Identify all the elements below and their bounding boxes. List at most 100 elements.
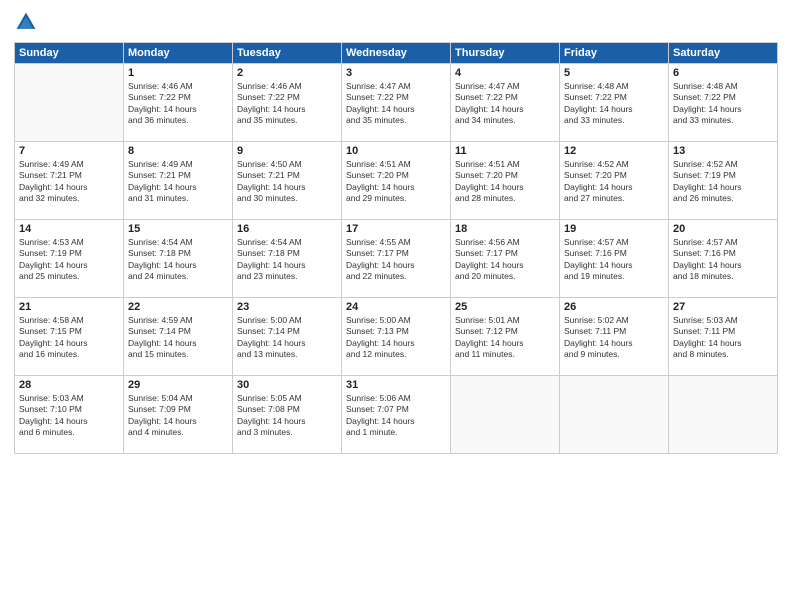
cell-details: Sunrise: 5:01 AMSunset: 7:12 PMDaylight:… bbox=[455, 315, 555, 361]
calendar-cell: 8 Sunrise: 4:49 AMSunset: 7:21 PMDaylight… bbox=[124, 142, 233, 220]
page: SundayMondayTuesdayWednesdayThursdayFrid… bbox=[0, 0, 792, 612]
day-number: 12 bbox=[564, 145, 664, 157]
calendar-cell: 26 Sunrise: 5:02 AMSunset: 7:11 PMDayligh… bbox=[560, 298, 669, 376]
calendar-cell: 11 Sunrise: 4:51 AMSunset: 7:20 PMDayligh… bbox=[451, 142, 560, 220]
cell-details: Sunrise: 5:04 AMSunset: 7:09 PMDaylight:… bbox=[128, 393, 228, 439]
week-row: 21 Sunrise: 4:58 AMSunset: 7:15 PMDayligh… bbox=[15, 298, 778, 376]
header-day: Thursday bbox=[451, 43, 560, 64]
calendar-cell: 24Sunrise: 5:00 AMSunset: 7:13 PMDayligh… bbox=[342, 298, 451, 376]
calendar-cell: 14Sunrise: 4:53 AMSunset: 7:19 PMDayligh… bbox=[15, 220, 124, 298]
cell-details: Sunrise: 4:49 AMSunset: 7:21 PMDaylight:… bbox=[128, 159, 228, 205]
calendar-cell: 6Sunrise: 4:48 AMSunset: 7:22 PMDaylight… bbox=[669, 64, 778, 142]
calendar-cell: 29Sunrise: 5:04 AMSunset: 7:09 PMDayligh… bbox=[124, 376, 233, 454]
calendar-cell: 19 Sunrise: 4:57 AMSunset: 7:16 PMDayligh… bbox=[560, 220, 669, 298]
header-day: Sunday bbox=[15, 43, 124, 64]
cell-details: Sunrise: 4:52 AMSunset: 7:20 PMDaylight:… bbox=[564, 159, 664, 205]
week-row: 1 Sunrise: 4:46 AMSunset: 7:22 PMDaylight… bbox=[15, 64, 778, 142]
header-day: Friday bbox=[560, 43, 669, 64]
cell-details: Sunrise: 4:50 AMSunset: 7:21 PMDaylight:… bbox=[237, 159, 337, 205]
day-number: 10 bbox=[346, 145, 446, 157]
calendar-cell: 25 Sunrise: 5:01 AMSunset: 7:12 PMDayligh… bbox=[451, 298, 560, 376]
header-day: Saturday bbox=[669, 43, 778, 64]
day-number: 31 bbox=[346, 379, 446, 391]
calendar-cell: 28 Sunrise: 5:03 AMSunset: 7:10 PMDayligh… bbox=[15, 376, 124, 454]
calendar-cell: 31 Sunrise: 5:06 AMSunset: 7:07 PMDayligh… bbox=[342, 376, 451, 454]
cell-details: Sunrise: 4:51 AMSunset: 7:20 PMDaylight:… bbox=[346, 159, 446, 205]
cell-details: Sunrise: 4:54 AMSunset: 7:18 PMDaylight:… bbox=[237, 237, 337, 283]
cell-details: Sunrise: 4:53 AMSunset: 7:19 PMDaylight:… bbox=[19, 237, 119, 283]
calendar-cell: 16Sunrise: 4:54 AMSunset: 7:18 PMDayligh… bbox=[233, 220, 342, 298]
calendar-table: SundayMondayTuesdayWednesdayThursdayFrid… bbox=[14, 42, 778, 454]
cell-details: Sunrise: 4:57 AMSunset: 7:16 PMDaylight:… bbox=[564, 237, 664, 283]
calendar-cell: 15 Sunrise: 4:54 AMSunset: 7:18 PMDayligh… bbox=[124, 220, 233, 298]
cell-details: Sunrise: 4:47 AMSunset: 7:22 PMDaylight:… bbox=[455, 81, 555, 127]
day-number: 5 bbox=[564, 67, 664, 79]
logo-icon bbox=[14, 10, 38, 34]
calendar-cell bbox=[669, 376, 778, 454]
cell-details: Sunrise: 4:57 AMSunset: 7:16 PMDaylight:… bbox=[673, 237, 773, 283]
day-number: 30 bbox=[237, 379, 337, 391]
day-number: 23 bbox=[237, 301, 337, 313]
day-number: 11 bbox=[455, 145, 555, 157]
calendar-cell: 9 Sunrise: 4:50 AMSunset: 7:21 PMDaylight… bbox=[233, 142, 342, 220]
calendar-cell: 1 Sunrise: 4:46 AMSunset: 7:22 PMDaylight… bbox=[124, 64, 233, 142]
cell-details: Sunrise: 5:00 AMSunset: 7:14 PMDaylight:… bbox=[237, 315, 337, 361]
day-number: 27 bbox=[673, 301, 773, 313]
cell-details: Sunrise: 4:46 AMSunset: 7:22 PMDaylight:… bbox=[128, 81, 228, 127]
cell-details: Sunrise: 4:56 AMSunset: 7:17 PMDaylight:… bbox=[455, 237, 555, 283]
day-number: 20 bbox=[673, 223, 773, 235]
cell-details: Sunrise: 5:06 AMSunset: 7:07 PMDaylight:… bbox=[346, 393, 446, 439]
calendar-cell: 5Sunrise: 4:48 AMSunset: 7:22 PMDaylight… bbox=[560, 64, 669, 142]
day-number: 3 bbox=[346, 67, 446, 79]
day-number: 2 bbox=[237, 67, 337, 79]
header-day: Tuesday bbox=[233, 43, 342, 64]
calendar-cell bbox=[451, 376, 560, 454]
cell-details: Sunrise: 5:03 AMSunset: 7:11 PMDaylight:… bbox=[673, 315, 773, 361]
day-number: 9 bbox=[237, 145, 337, 157]
day-number: 13 bbox=[673, 145, 773, 157]
header bbox=[14, 10, 778, 34]
week-row: 28 Sunrise: 5:03 AMSunset: 7:10 PMDayligh… bbox=[15, 376, 778, 454]
day-number: 7 bbox=[19, 145, 119, 157]
calendar-cell: 12 Sunrise: 4:52 AMSunset: 7:20 PMDayligh… bbox=[560, 142, 669, 220]
calendar-cell: 17Sunrise: 4:55 AMSunset: 7:17 PMDayligh… bbox=[342, 220, 451, 298]
day-number: 17 bbox=[346, 223, 446, 235]
day-number: 1 bbox=[128, 67, 228, 79]
calendar-cell bbox=[560, 376, 669, 454]
cell-details: Sunrise: 5:02 AMSunset: 7:11 PMDaylight:… bbox=[564, 315, 664, 361]
header-day: Wednesday bbox=[342, 43, 451, 64]
calendar-cell: 4 Sunrise: 4:47 AMSunset: 7:22 PMDaylight… bbox=[451, 64, 560, 142]
cell-details: Sunrise: 4:46 AMSunset: 7:22 PMDaylight:… bbox=[237, 81, 337, 127]
cell-details: Sunrise: 4:59 AMSunset: 7:14 PMDaylight:… bbox=[128, 315, 228, 361]
calendar-cell: 3 Sunrise: 4:47 AMSunset: 7:22 PMDaylight… bbox=[342, 64, 451, 142]
calendar-cell: 23 Sunrise: 5:00 AMSunset: 7:14 PMDayligh… bbox=[233, 298, 342, 376]
calendar-cell: 2 Sunrise: 4:46 AMSunset: 7:22 PMDaylight… bbox=[233, 64, 342, 142]
cell-details: Sunrise: 5:05 AMSunset: 7:08 PMDaylight:… bbox=[237, 393, 337, 439]
calendar-cell bbox=[15, 64, 124, 142]
calendar-cell: 20 Sunrise: 4:57 AMSunset: 7:16 PMDayligh… bbox=[669, 220, 778, 298]
day-number: 24 bbox=[346, 301, 446, 313]
calendar-cell: 27 Sunrise: 5:03 AMSunset: 7:11 PMDayligh… bbox=[669, 298, 778, 376]
day-number: 15 bbox=[128, 223, 228, 235]
day-number: 19 bbox=[564, 223, 664, 235]
cell-details: Sunrise: 5:03 AMSunset: 7:10 PMDaylight:… bbox=[19, 393, 119, 439]
cell-details: Sunrise: 4:58 AMSunset: 7:15 PMDaylight:… bbox=[19, 315, 119, 361]
day-number: 26 bbox=[564, 301, 664, 313]
header-row: SundayMondayTuesdayWednesdayThursdayFrid… bbox=[15, 43, 778, 64]
cell-details: Sunrise: 4:49 AMSunset: 7:21 PMDaylight:… bbox=[19, 159, 119, 205]
day-number: 28 bbox=[19, 379, 119, 391]
cell-details: Sunrise: 4:52 AMSunset: 7:19 PMDaylight:… bbox=[673, 159, 773, 205]
cell-details: Sunrise: 4:51 AMSunset: 7:20 PMDaylight:… bbox=[455, 159, 555, 205]
cell-details: Sunrise: 4:54 AMSunset: 7:18 PMDaylight:… bbox=[128, 237, 228, 283]
cell-details: Sunrise: 4:47 AMSunset: 7:22 PMDaylight:… bbox=[346, 81, 446, 127]
day-number: 25 bbox=[455, 301, 555, 313]
week-row: 14Sunrise: 4:53 AMSunset: 7:19 PMDayligh… bbox=[15, 220, 778, 298]
day-number: 4 bbox=[455, 67, 555, 79]
day-number: 8 bbox=[128, 145, 228, 157]
day-number: 21 bbox=[19, 301, 119, 313]
header-day: Monday bbox=[124, 43, 233, 64]
calendar-cell: 13 Sunrise: 4:52 AMSunset: 7:19 PMDayligh… bbox=[669, 142, 778, 220]
calendar-cell: 30 Sunrise: 5:05 AMSunset: 7:08 PMDayligh… bbox=[233, 376, 342, 454]
calendar-cell: 10 Sunrise: 4:51 AMSunset: 7:20 PMDayligh… bbox=[342, 142, 451, 220]
calendar-cell: 18Sunrise: 4:56 AMSunset: 7:17 PMDayligh… bbox=[451, 220, 560, 298]
